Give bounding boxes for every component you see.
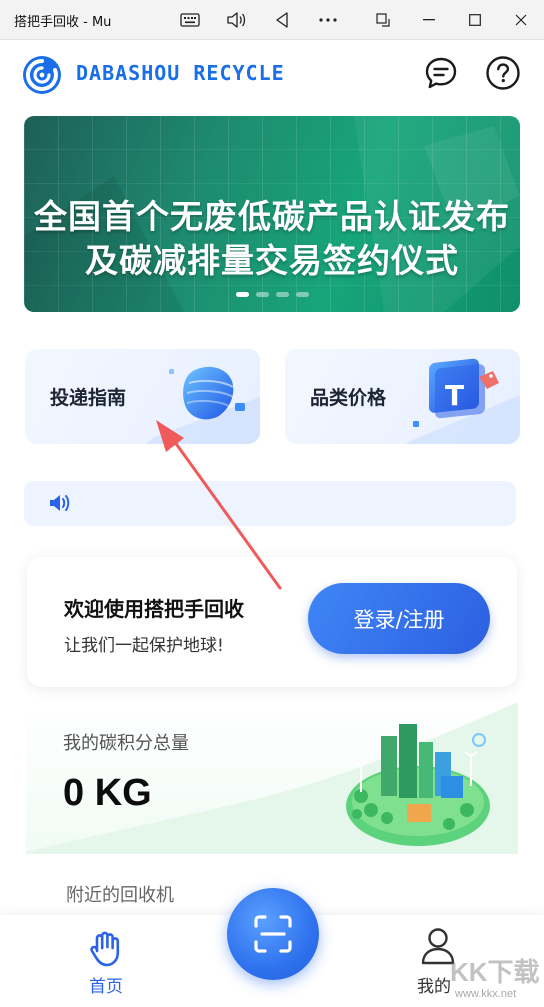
banner-pagination [24,292,520,297]
category-price-icon: T [405,358,520,444]
close-icon[interactable] [509,8,533,32]
nav-home-tab[interactable] [86,927,128,969]
delivery-guide-icon [145,366,260,444]
delivery-guide-card[interactable]: 投递指南 [25,349,260,444]
carbon-total-label: 我的碳积分总量 [63,733,189,754]
banner-dot[interactable] [275,292,289,297]
minimize-icon[interactable] [417,8,441,32]
svg-text:T: T [445,379,464,412]
maximize-icon[interactable] [463,8,487,32]
volume-icon[interactable] [224,8,248,32]
speaker-icon [50,495,70,511]
watermark: KK下载 www.kkx.net [440,950,544,1007]
welcome-title: 欢迎使用搭把手回收 [64,597,244,621]
watermark-text: KK下载 [450,957,540,987]
back-triangle-icon[interactable] [270,8,294,32]
carbon-total-value: 0 KG [63,772,152,814]
banner-title-line1: 全国首个无废低碳产品认证发布 [34,197,510,236]
keyboard-icon[interactable] [178,8,202,32]
hand-icon [90,931,120,967]
window-title: 搭把手回收 - Mu [14,15,112,30]
brand-name: DABASHOU RECYCLE [76,61,285,85]
welcome-subtitle: 让我们一起保护地球! [64,636,224,656]
watermark-url: www.kkx.net [455,988,517,1000]
welcome-card: 欢迎使用搭把手回收 让我们一起保护地球! 登录/注册 [27,557,517,687]
snap-icon[interactable] [371,8,395,32]
help-icon[interactable] [485,55,521,91]
app-header: DABASHOU RECYCLE [0,40,544,110]
scan-button[interactable] [227,888,319,980]
delivery-guide-label: 投递指南 [50,387,127,409]
notice-bar[interactable] [24,481,516,526]
banner-title-line2: 及碳减排量交易签约仪式 [85,241,459,280]
login-register-button[interactable]: 登录/注册 [308,583,490,654]
category-price-card[interactable]: 品类价格 T [285,349,520,444]
eco-city-illustration [346,724,490,846]
category-price-label: 品类价格 [310,387,387,409]
carbon-credit-card[interactable]: 我的碳积分总量 0 KG [26,702,518,854]
promo-banner[interactable]: 全国首个无废低碳产品认证发布 及碳减排量交易签约仪式 [24,116,520,312]
nav-home-label[interactable]: 首页 [89,972,123,997]
banner-dot[interactable] [295,292,309,297]
nearby-machines-label: 附近的回收机 [66,885,174,906]
banner-dot[interactable] [255,292,269,297]
banner-dot[interactable] [235,292,249,297]
message-icon[interactable] [423,55,459,91]
more-icon[interactable] [316,8,340,32]
scan-icon [254,915,292,953]
window-titlebar: 搭把手回收 - Mu [0,0,544,40]
brand-logo [23,56,61,94]
